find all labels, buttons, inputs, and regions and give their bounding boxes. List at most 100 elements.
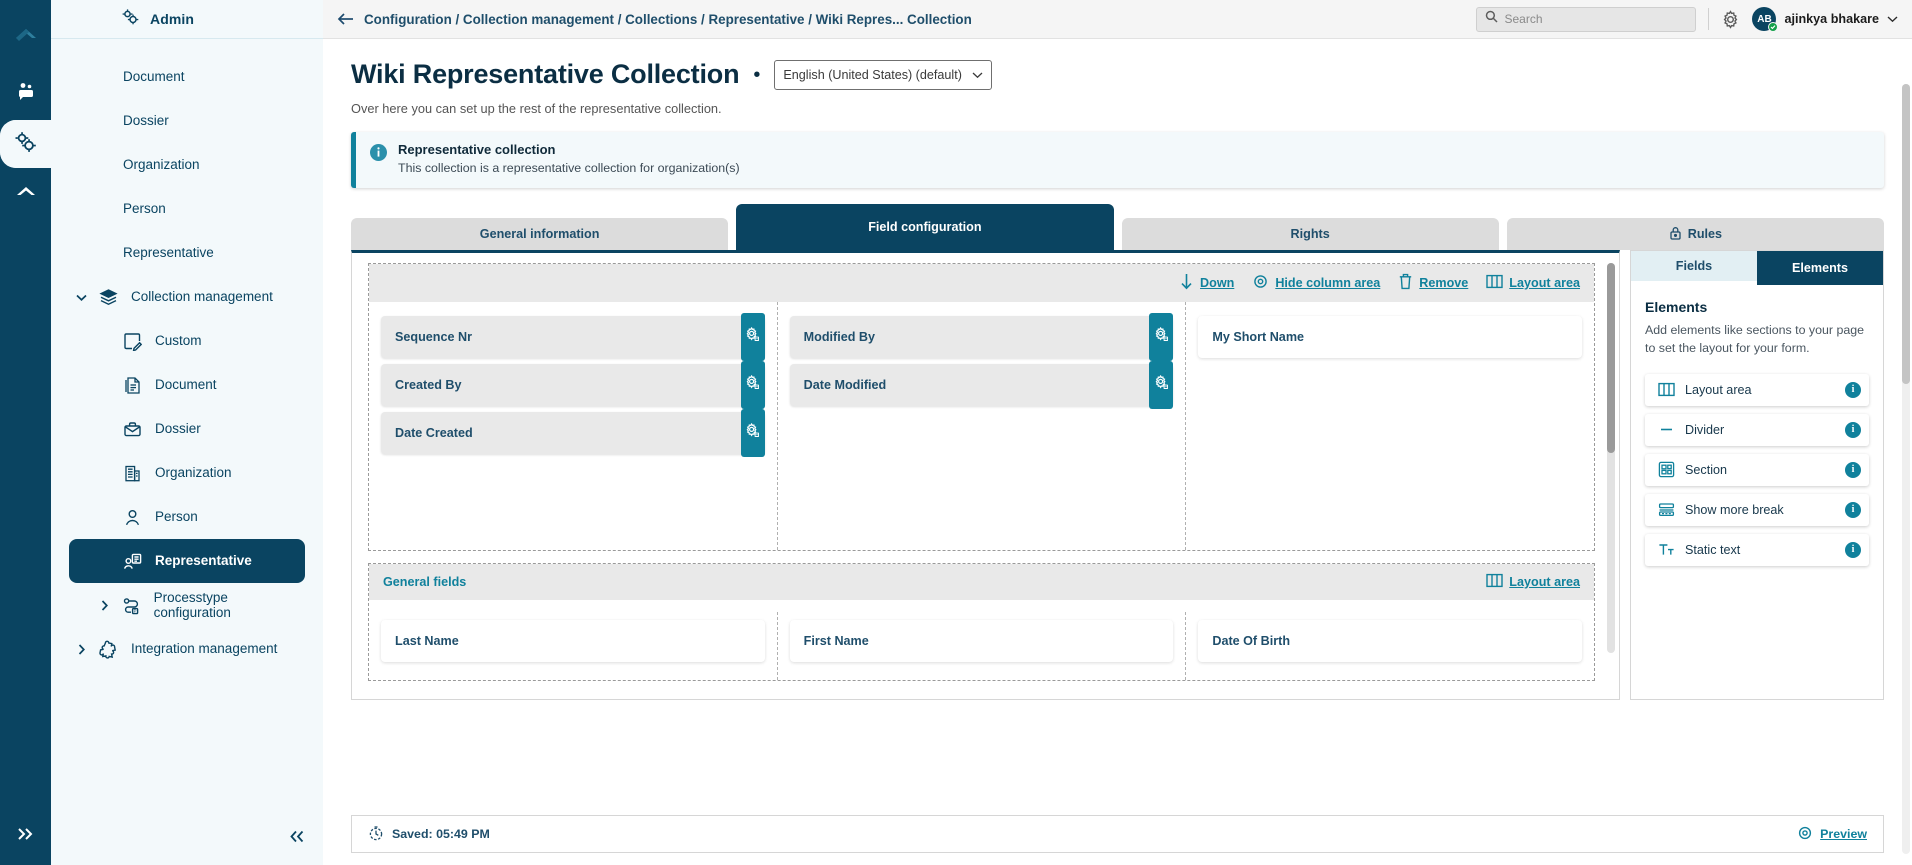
icon-rail	[0, 0, 51, 865]
info-icon[interactable]: i	[1845, 541, 1861, 558]
tab-field-configuration[interactable]: Field configuration	[736, 204, 1114, 250]
sidebar-item-label: Custom	[155, 333, 202, 349]
search-input[interactable]	[1504, 12, 1688, 26]
sidebar-item-person[interactable]: Person	[69, 495, 305, 539]
breadcrumb[interactable]: Configuration / Collection management / …	[364, 12, 972, 27]
sidebar-item-representative[interactable]: Representative	[69, 539, 305, 583]
sidebar-item-label: Integration management	[131, 641, 278, 657]
section-layout-area-action[interactable]: Layout area	[1486, 573, 1580, 591]
user-menu[interactable]: AB ajinkya bhakare	[1752, 7, 1898, 32]
sidebar-item-representative[interactable]: Representative	[69, 231, 305, 275]
field-card[interactable]: Created By	[381, 361, 765, 409]
gears-icon	[121, 8, 140, 31]
column-area-columns: Sequence Nr Created By Date Created Modifie…	[369, 302, 1594, 550]
rail-expand-button[interactable]	[0, 819, 51, 853]
gear-settings-icon	[745, 374, 760, 395]
sidebar-item-custom[interactable]: Custom	[69, 319, 305, 363]
eye-icon	[1252, 274, 1269, 292]
field-card[interactable]: Last Name	[381, 620, 765, 662]
element-item-label: Show more break	[1685, 502, 1784, 517]
page-scrollbar[interactable]	[1902, 84, 1910, 854]
sidebar-item-person[interactable]: Person	[69, 187, 305, 231]
sidebar-item-organization[interactable]: Organization	[69, 451, 305, 495]
gear-settings-icon	[745, 326, 760, 347]
search-box[interactable]	[1476, 6, 1697, 32]
toolbar-divider	[1708, 8, 1710, 30]
layers-icon	[93, 288, 123, 306]
right-panel-tab-fields[interactable]: Fields	[1631, 251, 1757, 281]
right-panel-tab-elements[interactable]: Elements	[1757, 251, 1883, 285]
top-bar-right: AB ajinkya bhakare	[1476, 6, 1898, 32]
field-settings-button[interactable]	[1149, 361, 1174, 409]
field-card[interactable]: Date Created	[381, 409, 765, 457]
field-card[interactable]: Date Modified	[789, 361, 1174, 409]
rail-item-people-group[interactable]	[0, 70, 51, 118]
element-item-section[interactable]: Section i	[1645, 453, 1869, 486]
sidebar-item-processtype-configuration[interactable]: P Processtype configuration	[69, 583, 305, 627]
toolbar-action-hide-column-area[interactable]: Hide column area	[1252, 274, 1380, 292]
sidebar-item-organization[interactable]: Organization	[69, 143, 305, 187]
note-edit-icon	[117, 332, 147, 351]
document-icon	[117, 376, 147, 395]
arrow-left-icon[interactable]	[337, 12, 354, 26]
toolbar-action-remove[interactable]: Remove	[1398, 273, 1468, 293]
page-scrollbar-thumb[interactable]	[1902, 84, 1910, 384]
chevron-right-icon[interactable]	[93, 599, 116, 612]
chevron-down-icon	[1887, 10, 1898, 28]
field-settings-button[interactable]	[740, 409, 765, 457]
toolbar-action-down[interactable]: Down	[1179, 273, 1234, 293]
toolbar-action-label: Down	[1200, 276, 1235, 290]
field-card[interactable]: Modified By	[789, 313, 1174, 361]
field-card[interactable]: Sequence Nr	[381, 313, 765, 361]
saved-status: Saved: 05:49 PM	[368, 825, 490, 844]
toolbar-action-label: Remove	[1419, 276, 1469, 290]
language-select[interactable]: English (United States) (default)	[774, 59, 993, 90]
toolbar-action-layout-area[interactable]: Layout area	[1486, 274, 1580, 292]
sidebar-item-document[interactable]: Document	[69, 363, 305, 407]
field-card[interactable]: Date Of Birth	[1198, 620, 1583, 662]
field-card-label: Modified By	[803, 330, 876, 344]
canvas-scrollbar[interactable]	[1607, 263, 1615, 653]
info-icon[interactable]: i	[1845, 421, 1861, 438]
sidebar-collapse-button[interactable]	[281, 823, 313, 855]
info-icon[interactable]: i	[1845, 501, 1861, 518]
minus-icon	[1657, 422, 1675, 437]
right-panel-body: Elements Add elements like sections to y…	[1631, 285, 1883, 566]
sidebar-item-dossier[interactable]: Dossier	[69, 407, 305, 451]
field-card[interactable]: My Short Name	[1198, 316, 1583, 358]
sidebar-item-label: Collection management	[131, 289, 273, 305]
tab-label: Rights	[1290, 227, 1330, 241]
sidebar-item-label: Organization	[155, 465, 232, 481]
canvas-scrollbar-thumb[interactable]	[1607, 263, 1615, 453]
chevron-right-icon[interactable]	[69, 643, 93, 656]
sidebar-header: Admin	[51, 0, 323, 39]
element-item-show-more-break[interactable]: Show more break i	[1645, 493, 1869, 526]
info-icon[interactable]: i	[1845, 381, 1861, 398]
field-settings-button[interactable]	[1149, 313, 1174, 361]
info-icon[interactable]: i	[1845, 461, 1861, 478]
rail-item-configuration[interactable]	[0, 120, 51, 168]
sidebar-item-label: Document	[123, 69, 185, 85]
sidebar-item-collection-management[interactable]: Collection management	[69, 275, 305, 319]
field-card-label: Date Of Birth	[1212, 634, 1291, 648]
element-item-divider[interactable]: Divider i	[1645, 413, 1869, 446]
chevron-double-right-icon	[16, 826, 36, 847]
element-item-layout-area[interactable]: Layout area i	[1645, 373, 1869, 406]
preview-button[interactable]: Preview	[1797, 826, 1867, 843]
field-settings-button[interactable]	[740, 361, 765, 409]
gear-icon[interactable]	[1721, 9, 1740, 29]
sidebar-item-dossier[interactable]: Dossier	[69, 99, 305, 143]
tab-rules[interactable]: Rules	[1506, 218, 1884, 250]
sidebar-item-document[interactable]: Document	[69, 55, 305, 99]
field-card[interactable]: First Name	[789, 620, 1174, 662]
saved-label: Saved: 05:49 PM	[392, 827, 490, 841]
tab-rights[interactable]: Rights	[1121, 218, 1499, 250]
element-item-label: Static text	[1685, 542, 1741, 557]
chevron-down-icon[interactable]	[69, 293, 93, 302]
rail-item-cloud[interactable]	[0, 170, 51, 218]
element-item-static-text[interactable]: Static text i	[1645, 533, 1869, 566]
tab-general-information[interactable]: General information	[351, 218, 729, 250]
sidebar-item-integration-management[interactable]: Integration management	[69, 627, 305, 671]
element-item-label: Divider	[1685, 422, 1725, 437]
field-settings-button[interactable]	[740, 313, 765, 361]
